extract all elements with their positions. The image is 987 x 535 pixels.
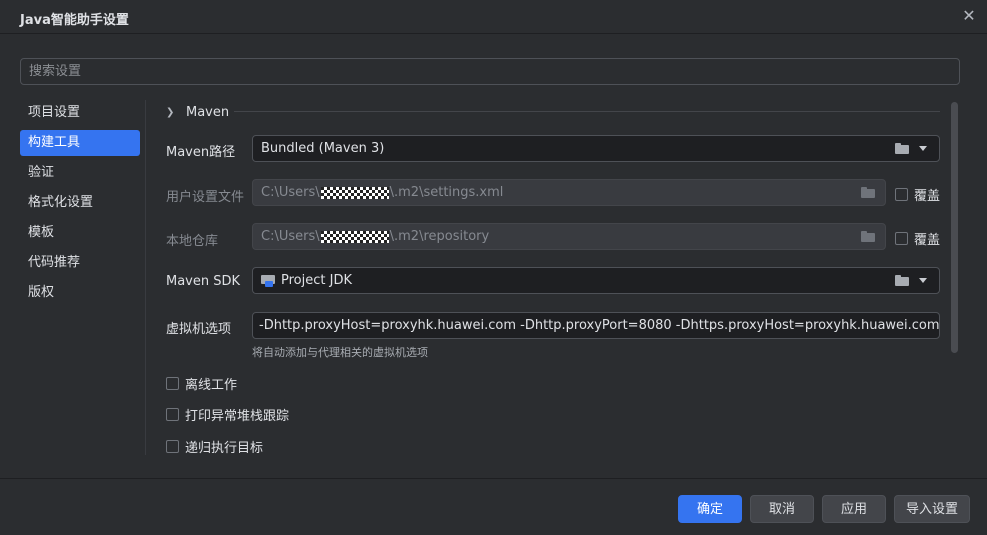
- folder-icon[interactable]: [895, 275, 909, 286]
- ok-button[interactable]: 确定: [678, 495, 742, 523]
- vm-options-value: -Dhttp.proxyHost=proxyhk.huawei.com -Dht…: [259, 318, 939, 333]
- override-label: 覆盖: [914, 233, 941, 248]
- section-divider: [234, 111, 940, 112]
- scrollbar[interactable]: [951, 102, 958, 353]
- sidebar-divider: [145, 100, 146, 455]
- override-label: 覆盖: [914, 189, 941, 204]
- local-repo-label: 本地仓库: [166, 234, 219, 249]
- checkbox-box[interactable]: [166, 377, 179, 390]
- sidebar-item-project-settings[interactable]: 项目设置: [20, 100, 140, 126]
- checkbox-box[interactable]: [166, 440, 179, 453]
- vm-options-hint: 将自动添加与代理相关的虚拟机选项: [252, 346, 428, 359]
- recursive-goals-checkbox[interactable]: 递归执行目标: [166, 437, 263, 456]
- local-repo-override-checkbox[interactable]: 覆盖: [895, 229, 940, 248]
- sidebar: 项目设置 构建工具 验证 格式化设置 模板 代码推荐 版权: [20, 100, 140, 310]
- sidebar-item-code-recommend[interactable]: 代码推荐: [20, 250, 140, 276]
- window-title: Java智能助手设置: [20, 13, 129, 28]
- vm-options-input[interactable]: -Dhttp.proxyHost=proxyhk.huawei.com -Dht…: [252, 312, 940, 339]
- section-title: Maven: [186, 104, 230, 120]
- footer-divider: [0, 478, 987, 479]
- user-settings-override-checkbox[interactable]: 覆盖: [895, 185, 940, 204]
- checkbox-label: 离线工作: [185, 378, 238, 393]
- maven-section-header[interactable]: ❯ Maven: [166, 103, 229, 121]
- vm-options-label: 虚拟机选项: [166, 322, 232, 337]
- maven-path-combo[interactable]: Bundled (Maven 3): [252, 135, 940, 162]
- user-settings-field[interactable]: C:\Users\ \.m2\settings.xml: [252, 179, 886, 206]
- jdk-icon: [261, 274, 275, 287]
- cancel-button[interactable]: 取消: [750, 495, 814, 523]
- sidebar-item-build-tools[interactable]: 构建工具: [20, 130, 140, 156]
- sidebar-item-copyright[interactable]: 版权: [20, 280, 140, 306]
- checkbox-box[interactable]: [895, 232, 908, 245]
- maven-sdk-combo[interactable]: Project JDK: [252, 267, 940, 294]
- chevron-down-icon[interactable]: [919, 146, 927, 151]
- import-settings-button[interactable]: 导入设置: [894, 495, 970, 523]
- checkbox-label: 打印异常堆栈跟踪: [185, 409, 290, 424]
- maven-path-value: Bundled (Maven 3): [261, 141, 385, 156]
- folder-icon[interactable]: [861, 187, 875, 198]
- redacted-username: [320, 230, 389, 243]
- chevron-down-icon[interactable]: [919, 278, 927, 283]
- maven-sdk-label: Maven SDK: [166, 274, 241, 289]
- maven-path-label: Maven路径: [166, 145, 236, 160]
- sidebar-item-validation[interactable]: 验证: [20, 160, 140, 186]
- folder-icon[interactable]: [861, 231, 875, 242]
- folder-icon[interactable]: [895, 143, 909, 154]
- sidebar-item-templates[interactable]: 模板: [20, 220, 140, 246]
- checkbox-box[interactable]: [166, 408, 179, 421]
- print-stacktrace-checkbox[interactable]: 打印异常堆栈跟踪: [166, 405, 289, 424]
- offline-work-checkbox[interactable]: 离线工作: [166, 374, 237, 393]
- apply-button[interactable]: 应用: [822, 495, 886, 523]
- checkbox-label: 递归执行目标: [185, 441, 264, 456]
- local-repo-field[interactable]: C:\Users\ \.m2\repository: [252, 223, 886, 250]
- local-repo-value: C:\Users\ \.m2\repository: [261, 229, 490, 244]
- user-settings-label: 用户设置文件: [166, 190, 245, 205]
- maven-sdk-value: Project JDK: [281, 273, 352, 288]
- title-bar: Java智能助手设置 ✕: [0, 0, 987, 34]
- chevron-down-icon[interactable]: ❯: [166, 107, 178, 118]
- user-settings-value: C:\Users\ \.m2\settings.xml: [261, 185, 504, 200]
- search-input[interactable]: [20, 58, 960, 85]
- sidebar-item-formatting[interactable]: 格式化设置: [20, 190, 140, 216]
- redacted-username: [320, 186, 389, 199]
- checkbox-box[interactable]: [895, 188, 908, 201]
- close-icon[interactable]: ✕: [959, 6, 979, 26]
